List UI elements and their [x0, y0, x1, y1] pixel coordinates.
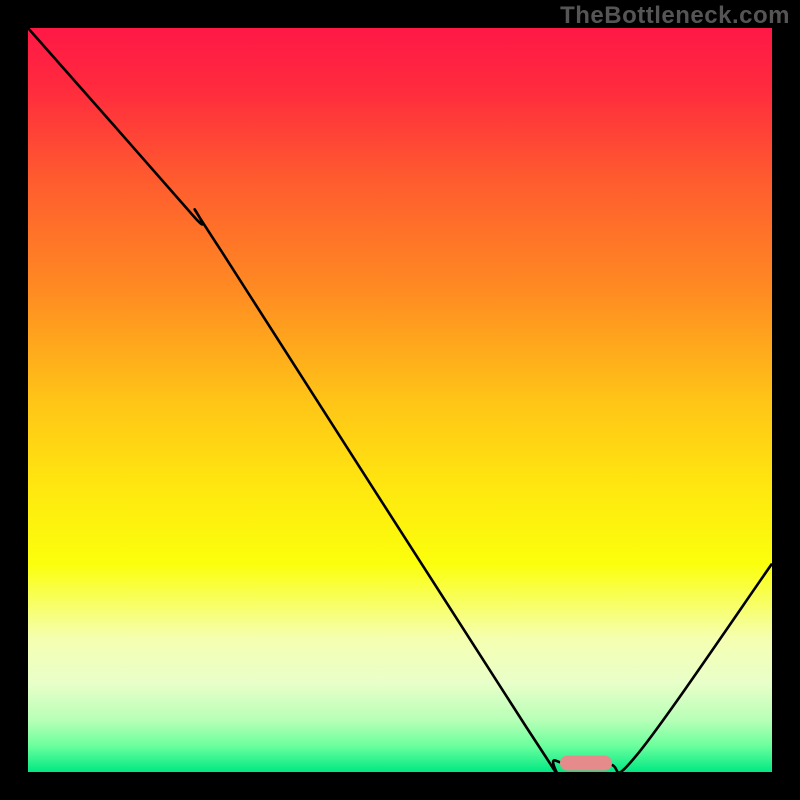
gradient-background	[28, 28, 772, 772]
watermark-text: TheBottleneck.com	[560, 2, 790, 30]
chart-svg	[28, 28, 772, 772]
optimal-range-marker	[560, 756, 612, 771]
plot-area	[28, 28, 772, 772]
chart-container: TheBottleneck.com	[0, 0, 800, 800]
